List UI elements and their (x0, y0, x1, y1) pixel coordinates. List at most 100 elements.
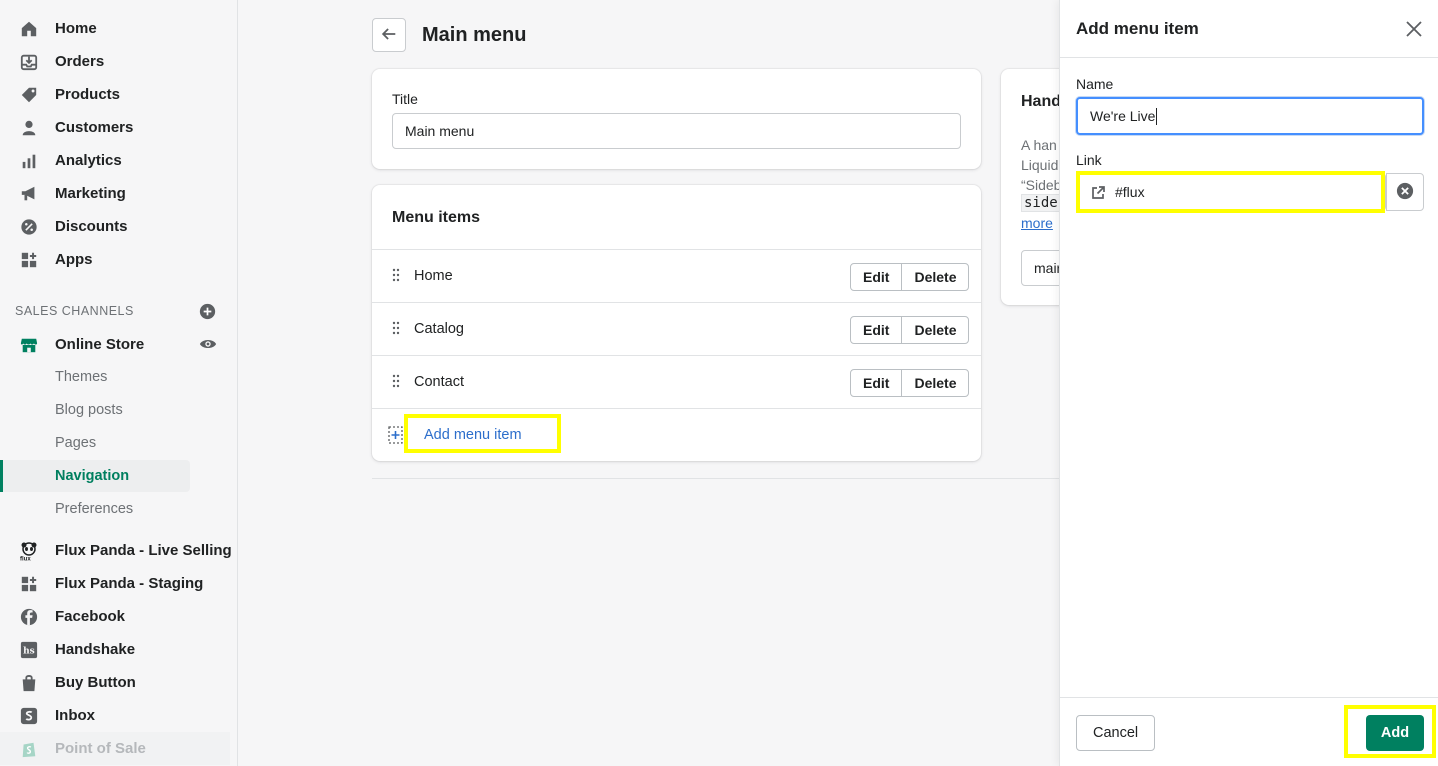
channel-label: Flux Panda - Live Selling (55, 542, 232, 559)
handshake-icon: hs (19, 640, 39, 660)
main-content: Main menu Title Main menu Menu items Hom… (239, 0, 1121, 766)
sub-item-blog-posts[interactable]: Blog posts (0, 394, 238, 427)
name-input[interactable]: We're Live (1076, 97, 1424, 135)
nav-label: Marketing (55, 185, 126, 202)
panel-title: Add menu item (1076, 19, 1199, 38)
nav-marketing[interactable]: Marketing (0, 177, 238, 210)
active-indicator (0, 460, 3, 492)
cancel-button[interactable]: Cancel (1076, 715, 1156, 751)
channel-label: Inbox (55, 707, 95, 724)
add-menu-item-link[interactable]: Add menu item (424, 427, 522, 443)
sub-item-label: Pages (55, 435, 97, 451)
facebook-icon (19, 607, 39, 627)
edit-button[interactable]: Edit (850, 263, 903, 291)
nav-label: Customers (55, 119, 134, 136)
channel-point-of-sale[interactable]: Point of Sale (0, 732, 230, 765)
sub-item-pages[interactable]: Pages (0, 427, 238, 460)
handle-text-line: Liquid (1021, 157, 1059, 173)
channel-flux-panda-live[interactable]: flux Flux Panda - Live Selling (0, 534, 238, 567)
channel-buy-button[interactable]: Buy Button (0, 666, 238, 699)
handle-heading: Hand (1021, 93, 1061, 110)
menu-items-card: Menu items Home Edit Delete Catalog Edit… (372, 185, 981, 461)
nav-label: Home (55, 20, 97, 37)
panel-header: Add menu item (1060, 0, 1438, 58)
nav-products[interactable]: Products (0, 78, 238, 111)
handle-description: A han Liquid “Sideb (1021, 135, 1061, 195)
channel-flux-panda-staging[interactable]: Flux Panda - Staging (0, 567, 238, 600)
nav-analytics[interactable]: Analytics (0, 144, 238, 177)
drag-handle-icon[interactable] (392, 268, 400, 282)
panda-icon: flux (19, 541, 39, 561)
edit-button[interactable]: Edit (850, 369, 903, 397)
row-actions: Edit Delete (850, 263, 970, 291)
nav-customers[interactable]: Customers (0, 111, 238, 144)
drag-handle-icon[interactable] (392, 321, 400, 335)
sub-item-themes[interactable]: Themes (0, 361, 238, 394)
title-input-value: Main menu (405, 123, 475, 139)
handle-text-line: A han (1021, 137, 1057, 153)
channel-label: Point of Sale (55, 740, 146, 757)
channel-handshake[interactable]: hs Handshake (0, 633, 238, 666)
eye-icon[interactable] (199, 336, 217, 352)
nav-label: Apps (55, 251, 93, 268)
back-button[interactable] (372, 18, 406, 52)
drag-handle-icon[interactable] (392, 374, 400, 388)
add-button[interactable]: Add (1366, 715, 1424, 751)
title-input[interactable]: Main menu (392, 113, 961, 149)
clear-link-button[interactable] (1386, 173, 1424, 211)
link-label: Link (1076, 152, 1102, 168)
home-icon (19, 19, 39, 39)
nav-label: Orders (55, 53, 105, 70)
name-label: Name (1076, 76, 1114, 92)
sub-item-label: Blog posts (55, 402, 123, 418)
menu-item-row[interactable]: Home Edit Delete (372, 249, 981, 302)
menu-item-name: Catalog (414, 321, 464, 337)
channel-label: Buy Button (55, 674, 136, 691)
sub-item-label: Themes (55, 369, 108, 385)
clear-icon (1396, 182, 1414, 203)
nav-home[interactable]: Home (0, 12, 238, 45)
edit-button[interactable]: Edit (850, 316, 903, 344)
link-input-value: #flux (1115, 184, 1145, 200)
apps-icon (19, 250, 39, 270)
menu-item-name: Contact (414, 374, 464, 390)
sub-item-preferences[interactable]: Preferences (0, 493, 238, 526)
tag-icon (19, 85, 39, 105)
close-icon[interactable] (1404, 19, 1424, 39)
orders-icon (19, 52, 39, 72)
link-input[interactable]: #flux (1076, 173, 1386, 211)
add-channel-icon[interactable] (199, 303, 216, 320)
channel-facebook[interactable]: Facebook (0, 600, 238, 633)
nav-discounts[interactable]: Discounts (0, 210, 238, 243)
channel-label: Flux Panda - Staging (55, 575, 204, 592)
sub-item-navigation[interactable]: Navigation (0, 460, 238, 493)
nav-apps[interactable]: Apps (0, 243, 238, 276)
nav-label: Discounts (55, 218, 128, 235)
store-icon (19, 335, 39, 355)
handle-input-value: mair (1034, 260, 1062, 276)
svg-text:flux: flux (20, 557, 31, 562)
delete-button[interactable]: Delete (901, 369, 970, 397)
panel-footer: Cancel Add (1060, 697, 1438, 766)
menu-item-row[interactable]: Contact Edit Delete (372, 355, 981, 408)
delete-button[interactable]: Delete (901, 263, 970, 291)
nav-label: Online Store (55, 336, 145, 353)
shopify-bag-icon (19, 739, 39, 759)
sales-channels-heading: SALES CHANNELS (15, 304, 134, 318)
learn-more-link[interactable]: more (1021, 215, 1053, 231)
discount-icon (19, 217, 39, 237)
shopping-bag-icon (19, 673, 39, 693)
channel-inbox[interactable]: Inbox (0, 699, 238, 732)
add-item-icon (388, 426, 404, 444)
apps-icon (19, 574, 39, 594)
nav-label: Products (55, 86, 121, 103)
divider (372, 478, 1059, 479)
nav-online-store[interactable]: Online Store (0, 328, 238, 361)
handle-code: side (1021, 194, 1061, 212)
nav-orders[interactable]: Orders (0, 45, 238, 78)
sub-item-label: Navigation (55, 468, 130, 484)
svg-text:hs: hs (23, 647, 35, 657)
menu-item-row[interactable]: Catalog Edit Delete (372, 302, 981, 355)
delete-button[interactable]: Delete (901, 316, 970, 344)
sub-item-label: Preferences (55, 501, 134, 517)
